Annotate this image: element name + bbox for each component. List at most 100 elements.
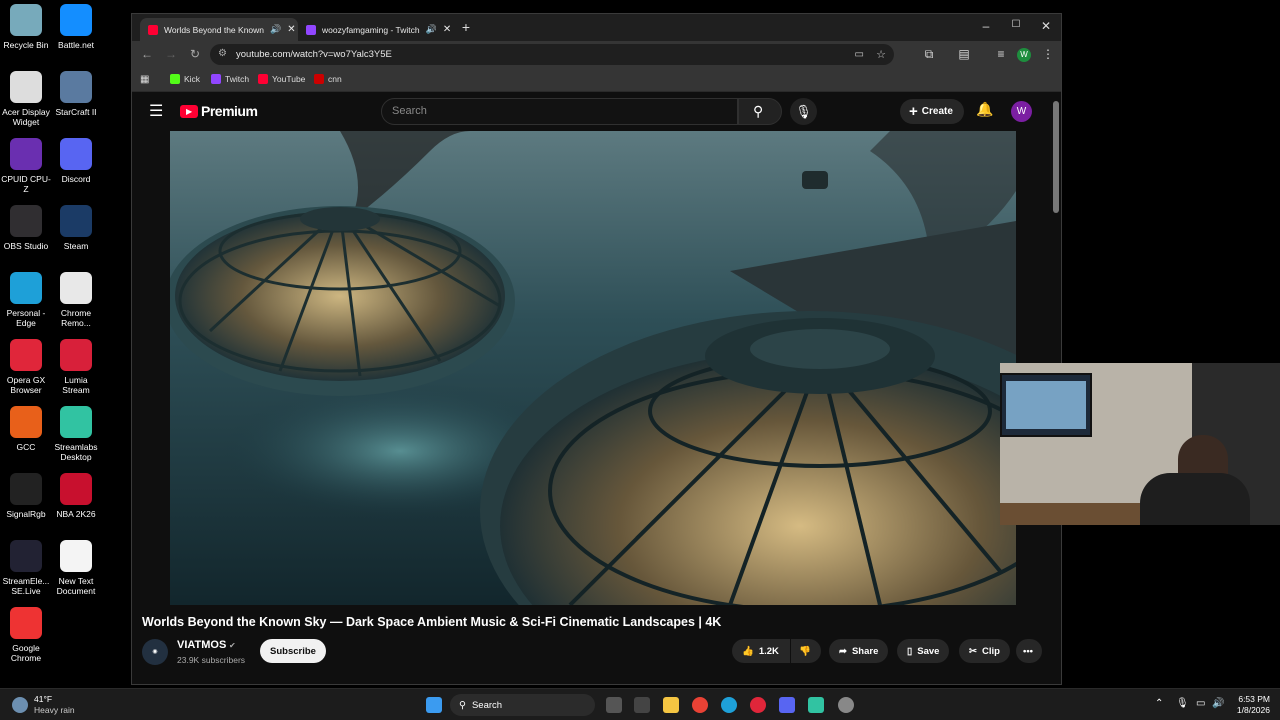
account-avatar[interactable]: W	[1011, 101, 1032, 122]
taskbar-search-box[interactable]: ⚲ Search	[450, 694, 595, 716]
bookmark-cnn[interactable]: cnn	[314, 74, 342, 84]
media-icon[interactable]: ≡	[994, 47, 1008, 61]
desktop-shortcut[interactable]: Steam	[50, 205, 102, 251]
weather-temp[interactable]: 41°F	[34, 694, 52, 704]
create-button[interactable]: + Create	[900, 99, 964, 124]
reload-icon[interactable]: ↻	[188, 47, 202, 61]
chrome-taskbar-icon[interactable]	[692, 697, 708, 713]
channel-avatar[interactable]: ◉	[142, 639, 168, 665]
desktop-shortcut[interactable]: StarCraft II	[50, 71, 102, 117]
streamlabs-taskbar-icon[interactable]	[808, 697, 824, 713]
desktop-shortcut[interactable]: Google Chrome	[0, 607, 52, 663]
clip-button[interactable]: ✂ Clip	[959, 639, 1010, 663]
weather-icon[interactable]	[12, 697, 28, 713]
premium-logo-text[interactable]: Premium	[201, 103, 258, 119]
desktop-shortcut[interactable]: NBA 2K26	[50, 473, 102, 519]
hamburger-menu-icon[interactable]: ☰	[149, 101, 163, 121]
desktop-shortcut[interactable]: Recycle Bin	[0, 4, 52, 50]
bookmark-kick[interactable]: Kick	[170, 74, 200, 84]
dislike-button[interactable]: 👎	[791, 639, 821, 663]
save-button[interactable]: ▯ Save	[897, 639, 950, 663]
profile-avatar[interactable]: W	[1017, 48, 1031, 62]
close-tab-icon[interactable]: ✕	[287, 24, 295, 35]
site-info-icon[interactable]: ⚙	[218, 48, 227, 59]
speaker-icon[interactable]: 🔊	[426, 24, 437, 35]
microphone-icon[interactable]: 🎙	[790, 98, 817, 125]
desktop-shortcut[interactable]: Acer Display Widget	[0, 71, 52, 127]
chrome-remote-icon	[60, 272, 92, 304]
forward-icon[interactable]: →	[164, 47, 178, 61]
task-view-icon[interactable]	[606, 697, 622, 713]
desktop-shortcut[interactable]: Personal - Edge	[0, 272, 52, 328]
new-tab-icon[interactable]: +	[459, 19, 473, 35]
webcam-overlay	[1000, 363, 1280, 525]
extensions-icon[interactable]: ⧉	[922, 47, 936, 62]
video-player[interactable]	[170, 131, 1016, 605]
speaker-icon[interactable]: 🔊	[270, 24, 281, 35]
discord-icon	[60, 138, 92, 170]
clock-date[interactable]: 1/8/2026	[1232, 705, 1270, 715]
close-window-icon[interactable]: ✕	[1039, 19, 1053, 33]
desktop-shortcut-label: Discord	[61, 174, 91, 184]
channel-name[interactable]: VIATMOS	[177, 639, 226, 651]
search-button[interactable]: ⚲	[738, 98, 782, 125]
omnibox[interactable]: ⚙ youtube.com/watch?v=wo7Yalc3Y5E ▭ ☆	[210, 44, 894, 65]
volume-icon[interactable]: 🔊	[1212, 698, 1224, 709]
desktop-shortcut[interactable]: Streamlabs Desktop	[50, 406, 102, 462]
bookmark-icon: ▯	[907, 645, 913, 657]
minimize-icon[interactable]: –	[979, 19, 993, 33]
apps-grid-icon[interactable]: ▦	[140, 74, 149, 85]
desktop-shortcut[interactable]: GCC	[0, 406, 52, 452]
menu-kebab-icon[interactable]: ⋮	[1041, 47, 1055, 61]
scrollbar-thumb[interactable]	[1053, 101, 1059, 213]
desktop-shortcut[interactable]: SignalRgb	[0, 473, 52, 519]
close-tab-icon[interactable]: ✕	[443, 24, 451, 35]
share-button[interactable]: ➦ Share	[829, 639, 889, 663]
opera-gx-taskbar-icon[interactable]	[750, 697, 766, 713]
cast-icon[interactable]: ▭	[855, 49, 864, 60]
widgets-icon[interactable]	[634, 697, 650, 713]
desktop-shortcut[interactable]: Battle.net	[50, 4, 102, 50]
bookmark-twitch[interactable]: Twitch	[211, 74, 249, 84]
notifications-bell-icon[interactable]: 🔔	[976, 101, 993, 118]
bookmark-star-icon[interactable]: ☆	[876, 48, 886, 61]
search-input[interactable]: Search	[381, 98, 738, 125]
person-body-image	[1140, 473, 1250, 525]
more-actions-button[interactable]: •••	[1016, 639, 1042, 663]
microphone-tray-icon[interactable]: 🎙	[1176, 698, 1189, 709]
display-widget-icon	[10, 71, 42, 103]
network-icon[interactable]: ▭	[1196, 698, 1205, 709]
desktop-shortcut-label: Lumia Stream	[62, 375, 90, 395]
edge-taskbar-icon[interactable]	[721, 697, 737, 713]
back-icon[interactable]: ←	[140, 47, 154, 61]
sidepanel-icon[interactable]: ▤	[957, 47, 971, 61]
file-explorer-icon[interactable]	[663, 697, 679, 713]
windows-start-icon[interactable]	[426, 697, 442, 713]
twitch-favicon-icon	[211, 74, 221, 84]
desktop-shortcut[interactable]: StreamEle... SE.Live	[0, 540, 52, 596]
bookmark-youtube[interactable]: YouTube	[258, 74, 305, 84]
tab-twitch[interactable]: woozyfamgaming - Twitch 🔊 ✕	[298, 18, 456, 41]
subscribe-button[interactable]: Subscribe	[260, 639, 326, 663]
kick-favicon-icon	[170, 74, 180, 84]
steam-icon	[60, 205, 92, 237]
tab-youtube[interactable]: Worlds Beyond the Known 🔊 ✕	[140, 18, 298, 41]
desktop-shortcut[interactable]: OBS Studio	[0, 205, 52, 251]
clock-time[interactable]: 6:53 PM	[1232, 694, 1270, 704]
desktop-shortcut[interactable]: Chrome Remo...	[50, 272, 102, 328]
desktop-shortcut[interactable]: Opera GX Browser	[0, 339, 52, 395]
desktop-shortcut[interactable]: CPUID CPU-Z	[0, 138, 52, 194]
maximize-icon[interactable]: ☐	[1009, 19, 1023, 30]
steam-taskbar-icon[interactable]	[838, 697, 854, 713]
battlenet-icon	[60, 4, 92, 36]
discord-taskbar-icon[interactable]	[779, 697, 795, 713]
desktop-shortcut[interactable]: Lumia Stream	[50, 339, 102, 395]
desktop-shortcut[interactable]: Discord	[50, 138, 102, 184]
tray-overflow-icon[interactable]: ⌃	[1155, 698, 1163, 709]
like-button[interactable]: 👍 1.2K	[732, 639, 790, 663]
desktop-shortcut[interactable]: New Text Document	[50, 540, 102, 596]
edge-icon	[10, 272, 42, 304]
cnn-favicon-icon	[314, 74, 324, 84]
weather-description[interactable]: Heavy rain	[34, 705, 75, 715]
desktop-shortcut-label: StarCraft II	[55, 107, 97, 117]
